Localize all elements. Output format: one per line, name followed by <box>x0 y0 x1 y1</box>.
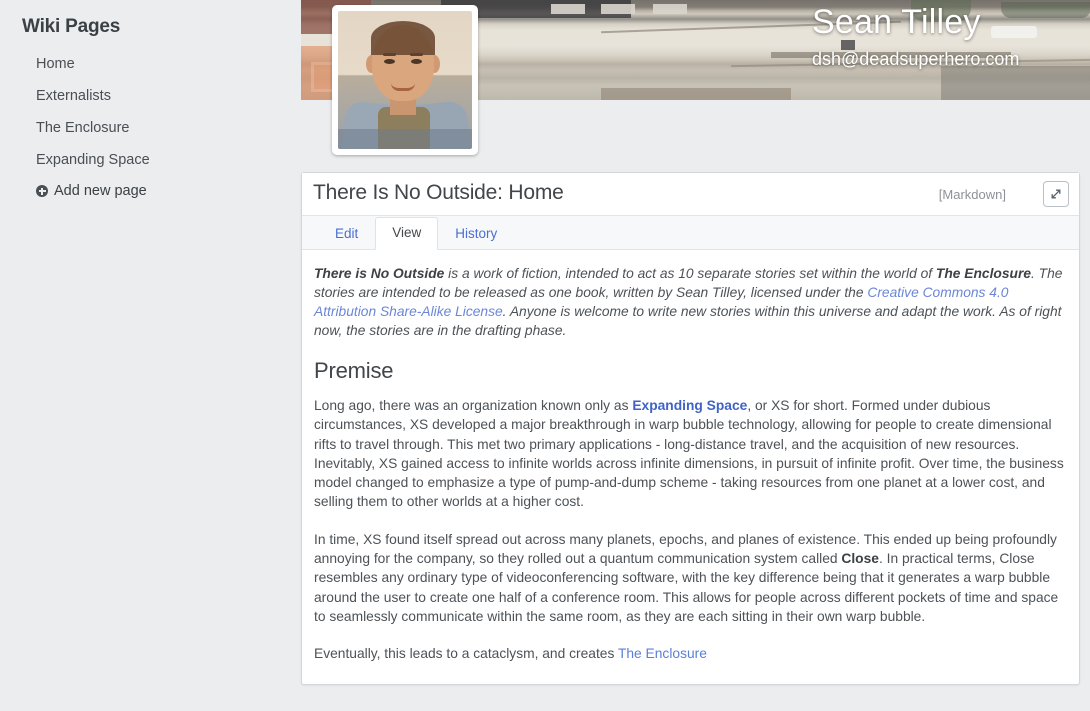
add-new-page-button[interactable]: Add new page <box>0 176 300 205</box>
para2-bold-close: Close <box>841 551 879 567</box>
intro-text-1: is a work of fiction, intended to act as… <box>444 266 936 281</box>
profile-email: dsh@deadsuperhero.com <box>812 49 1020 69</box>
intro-paragraph: There is No Outside is a work of fiction… <box>314 264 1067 340</box>
sidebar-item-home[interactable]: Home <box>0 48 300 80</box>
para3-text-1: Eventually, this leads to a cataclysm, a… <box>314 646 618 662</box>
format-badge: [Markdown] <box>938 187 1006 202</box>
page-title: There Is No Outside: Home <box>313 181 564 204</box>
expand-diagonal-icon[interactable] <box>1043 181 1069 207</box>
tab-view[interactable]: View <box>375 217 439 250</box>
avatar[interactable] <box>332 5 478 155</box>
card-header: There Is No Outside: Home [Markdown] <box>302 173 1079 216</box>
para1-text-1: Long ago, there was an organization know… <box>314 398 633 413</box>
wiki-page-card: There Is No Outside: Home [Markdown] Edi… <box>301 172 1080 685</box>
premise-paragraph-3: Eventually, this leads to a cataclysm, a… <box>314 644 1067 663</box>
avatar-photo <box>338 11 472 149</box>
plus-circle-icon <box>36 185 48 197</box>
tab-edit[interactable]: Edit <box>318 218 375 250</box>
wiki-pages-nav: Home Externalists The Enclosure Expandin… <box>0 48 300 205</box>
sidebar: Wiki Pages Home Externalists The Enclosu… <box>0 0 300 711</box>
intro-bold-title: There is No Outside <box>314 266 445 281</box>
page-content: There is No Outside is a work of fiction… <box>302 250 1079 692</box>
tab-bar: Edit View History <box>302 216 1079 250</box>
expanding-space-link[interactable]: Expanding Space <box>632 398 747 413</box>
premise-paragraph-2: In time, XS found itself spread out acro… <box>314 530 1067 626</box>
profile-name: Sean Tilley <box>812 3 981 41</box>
add-new-page-label: Add new page <box>54 183 147 199</box>
tab-history[interactable]: History <box>438 218 514 250</box>
sidebar-item-externalists[interactable]: Externalists <box>0 80 300 112</box>
para1-text-2: , or XS for short. Formed under dubious … <box>314 398 1064 510</box>
section-heading-premise: Premise <box>314 358 394 383</box>
the-enclosure-link[interactable]: The Enclosure <box>618 646 707 661</box>
premise-paragraph-1: Long ago, there was an organization know… <box>314 396 1067 512</box>
sidebar-item-the-enclosure[interactable]: The Enclosure <box>0 112 300 144</box>
sidebar-item-expanding-space[interactable]: Expanding Space <box>0 144 300 176</box>
sidebar-title: Wiki Pages <box>22 16 121 37</box>
intro-bold-enclosure: The Enclosure <box>935 266 1031 281</box>
